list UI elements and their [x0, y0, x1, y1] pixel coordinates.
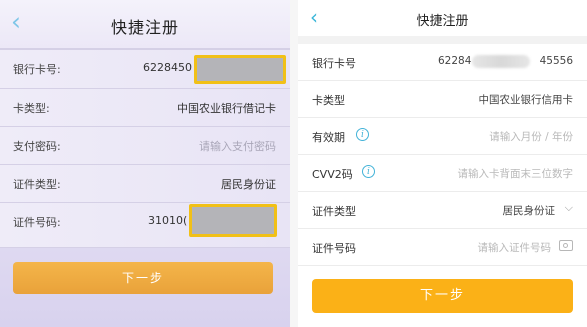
panel-divider: [290, 0, 298, 327]
right-header-band: [298, 36, 587, 44]
left-id-type-value[interactable]: 居民身份证: [221, 176, 276, 192]
left-screenshot-panel: ‹ 快捷注册 银行卡号: 6228450 卡类型: 中国农业银行借记卡 支付密码…: [0, 0, 290, 327]
info-icon[interactable]: i: [362, 165, 375, 178]
left-card-number-redaction: [194, 55, 286, 84]
right-id-type-label: 证件类型: [312, 205, 356, 218]
right-next-button[interactable]: 下一步: [312, 279, 573, 313]
right-id-type-row[interactable]: 证件类型 居民身份证 ⌵: [298, 192, 587, 229]
right-cvv2-row[interactable]: CVV2码 i 请输入卡背面末三位数字: [298, 155, 587, 192]
right-cvv2-input[interactable]: 请输入卡背面末三位数字: [458, 166, 574, 181]
left-card-type-label: 卡类型:: [13, 102, 50, 115]
right-card-number-row[interactable]: 银行卡号 62284 45556: [298, 44, 587, 81]
right-id-number-row[interactable]: 证件号码 请输入证件号码: [298, 229, 587, 266]
right-expiry-label: 有效期: [312, 131, 345, 144]
right-header: ‹ 快捷注册: [298, 0, 587, 36]
left-id-number-row[interactable]: 证件号码: 31010(: [0, 202, 290, 248]
left-pay-password-label: 支付密码:: [13, 140, 61, 153]
left-card-type-row: 卡类型: 中国农业银行借记卡: [0, 88, 290, 127]
right-id-type-value[interactable]: 居民身份证: [503, 203, 556, 218]
right-cvv2-label: CVV2码: [312, 168, 353, 181]
right-card-type-row: 卡类型 中国农业银行信用卡: [298, 81, 587, 118]
right-expiry-row[interactable]: 有效期 i 请输入月份 / 年份: [298, 118, 587, 155]
chevron-down-icon[interactable]: ⌵: [565, 201, 573, 215]
right-card-type-value: 中国农业银行信用卡: [478, 94, 574, 106]
left-page-title: 快捷注册: [110, 18, 179, 37]
camera-icon[interactable]: [559, 240, 573, 251]
left-id-number-label: 证件号码:: [13, 216, 61, 229]
left-pay-password-input[interactable]: 请输入支付密码: [199, 138, 276, 154]
left-pay-password-row[interactable]: 支付密码: 请输入支付密码: [0, 126, 290, 165]
left-id-type-label: 证件类型:: [13, 178, 61, 191]
left-card-number-value[interactable]: 6228450: [143, 61, 192, 74]
info-icon[interactable]: i: [356, 128, 369, 141]
left-id-number-value[interactable]: 31010(: [148, 214, 187, 227]
right-id-number-label: 证件号码: [312, 242, 356, 255]
left-card-number-label: 银行卡号:: [13, 63, 61, 76]
left-id-type-row[interactable]: 证件类型: 居民身份证: [0, 164, 290, 203]
left-header: ‹ 快捷注册: [0, 0, 290, 48]
right-page-title: 快捷注册: [416, 14, 469, 29]
right-screenshot-panel: ‹ 快捷注册 银行卡号 62284 45556 卡类型 中国农业银行信用卡 有效…: [298, 0, 587, 327]
left-id-number-redaction: [189, 204, 277, 237]
right-id-number-input[interactable]: 请输入证件号码: [478, 240, 552, 255]
left-next-button[interactable]: 下一步: [13, 262, 273, 294]
right-card-number-label: 银行卡号: [312, 57, 356, 70]
left-card-type-value: 中国农业银行借记卡: [177, 102, 276, 115]
left-card-number-row[interactable]: 银行卡号: 6228450: [0, 49, 290, 88]
right-card-type-label: 卡类型: [312, 94, 345, 107]
right-card-number-blur: [472, 55, 530, 68]
right-expiry-input[interactable]: 请输入月份 / 年份: [489, 129, 573, 144]
right-card-number-suffix[interactable]: 45556: [540, 55, 573, 67]
right-card-number-prefix[interactable]: 62284: [438, 55, 471, 67]
